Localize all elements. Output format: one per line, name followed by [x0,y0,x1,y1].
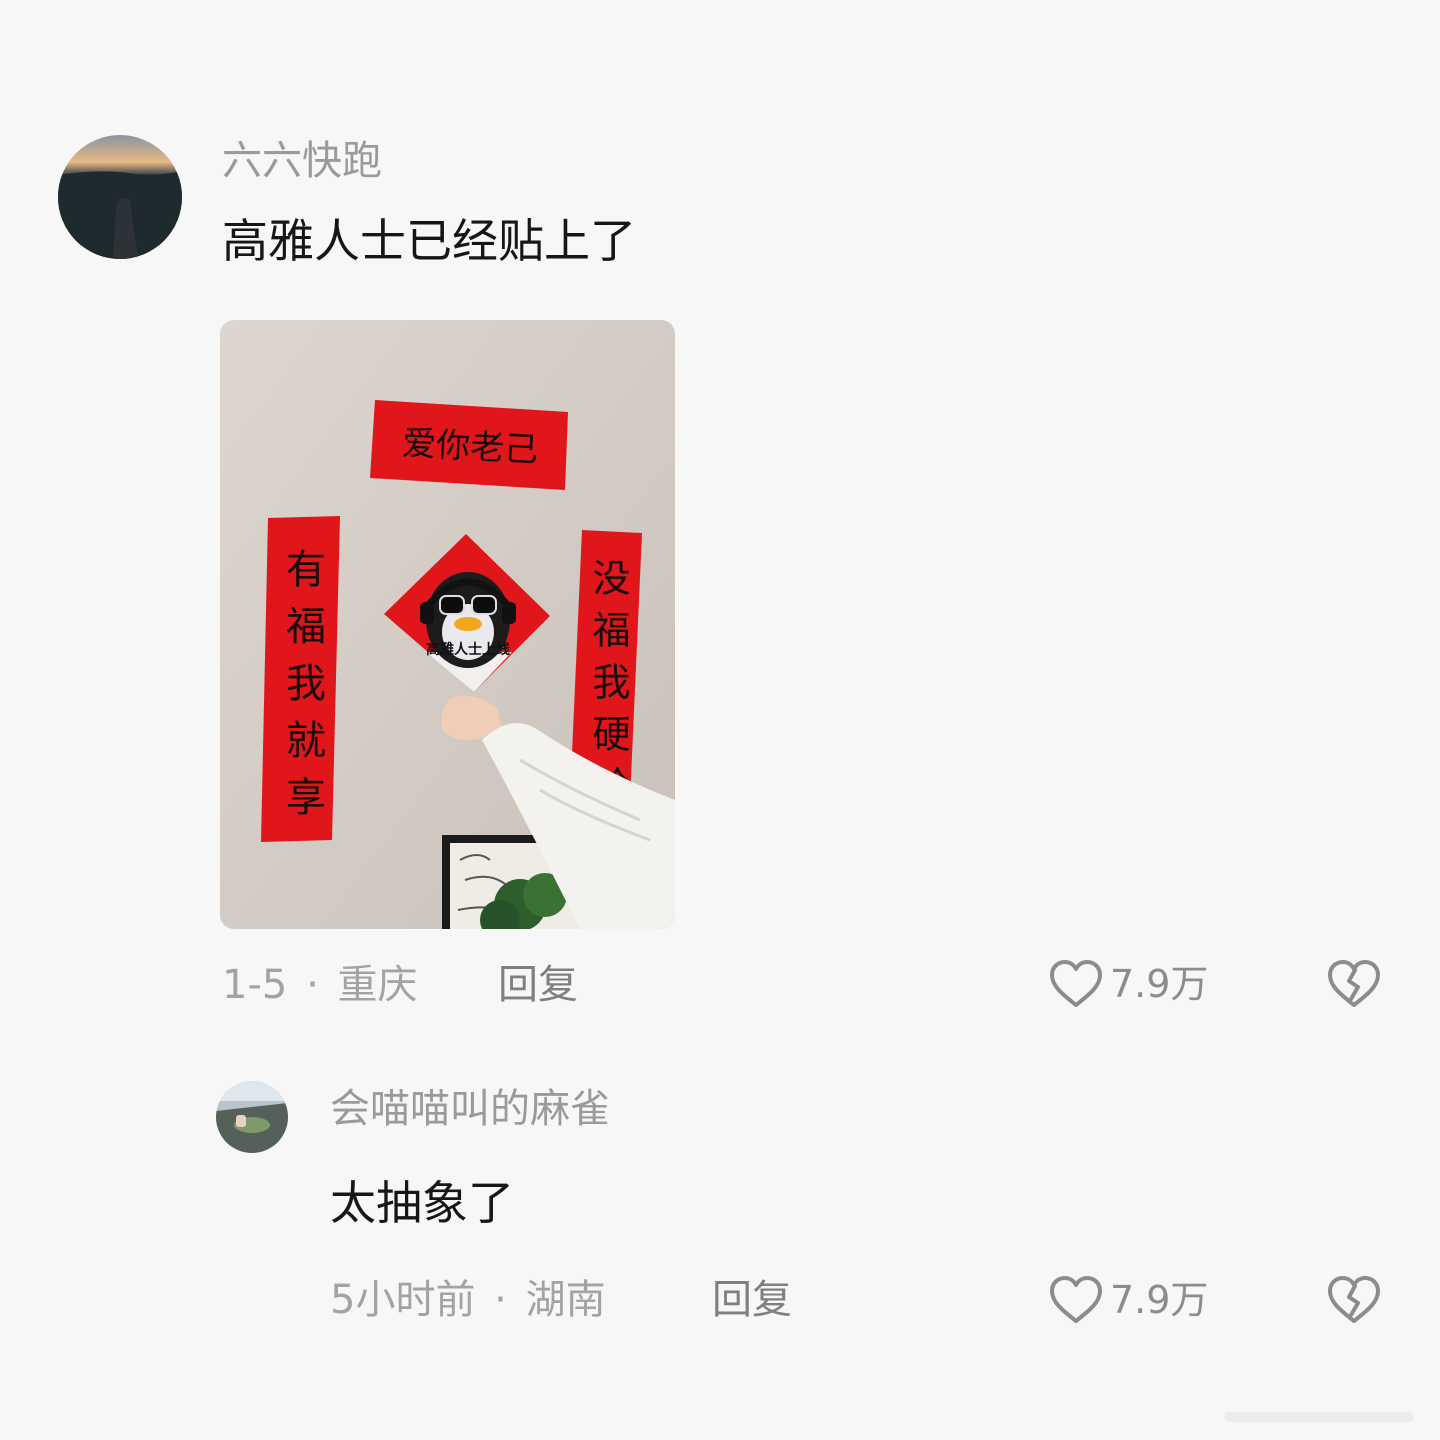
broken-heart-icon [1328,1276,1380,1323]
comment-date: 5小时前 [330,1277,476,1323]
meta-separator: · [306,962,319,1008]
meta-separator: · [494,1277,507,1323]
like-count: 7.9万 [1110,962,1209,1006]
comment-location: 湖南 [525,1277,606,1323]
avatar[interactable] [216,1081,288,1153]
left-couplet: 有福我就享 [261,516,340,842]
comment-text: 太抽象了 [330,1176,514,1230]
horizontal-scroll: 爱你老己 [370,400,568,490]
like-count: 7.9万 [1110,1278,1209,1322]
watermark [1224,1406,1414,1428]
heart-outline-icon [1050,1276,1102,1323]
avatar-image [216,1081,288,1153]
comment-date: 1-5 [222,962,288,1008]
comment-location: 重庆 [337,962,418,1008]
reply-button[interactable]: 回复 [498,965,578,1005]
broken-heart-icon [1328,960,1380,1007]
dislike-button[interactable] [1326,1274,1382,1330]
comment-image[interactable]: 爱你老己 有福我就享 没福我硬抢 高雅人士上线 [220,320,675,929]
dislike-button[interactable] [1326,958,1382,1014]
couplet-photo: 爱你老己 有福我就享 没福我硬抢 高雅人士上线 [220,320,675,929]
comment-meta: 5小时前 · 湖南 [330,1280,606,1320]
avatar-image [58,135,182,259]
like-button[interactable]: 7.9万 [1048,1274,1208,1326]
comment-username[interactable]: 会喵喵叫的麻雀 [330,1089,610,1129]
reply-button[interactable]: 回复 [712,1280,792,1320]
avatar[interactable] [58,135,182,259]
diamond-poster-caption: 高雅人士上线 [426,641,510,658]
like-button[interactable]: 7.9万 [1048,958,1208,1010]
heart-outline-icon [1050,960,1102,1007]
comment-username[interactable]: 六六快跑 [222,141,382,181]
comment-meta: 1-5 · 重庆 [222,965,418,1005]
left-couplet-text: 有福我就享 [279,548,326,833]
comment-text: 高雅人士已经贴上了 [222,214,636,268]
watermark-mark [1224,1412,1414,1422]
horizontal-scroll-text: 爱你老己 [401,423,539,470]
